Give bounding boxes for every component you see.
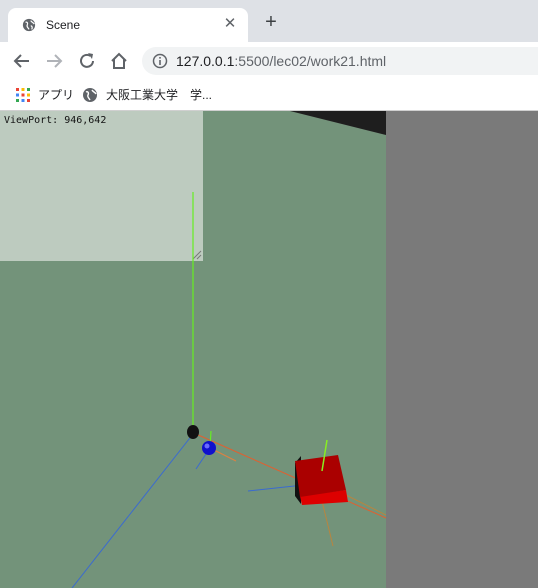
globe-icon	[22, 18, 36, 32]
sphere-highlight	[204, 443, 210, 449]
browser-toolbar: 127.0.0.1:5500/lec02/work21.html	[0, 42, 538, 80]
forward-arrow-icon[interactable]	[44, 51, 64, 71]
viewport-label: ViewPort: 946,642	[4, 115, 107, 126]
bookmark-oit[interactable]: 大阪工業大学	[106, 86, 178, 103]
reload-icon[interactable]	[77, 51, 97, 71]
bookmarks-bar: アプリ 大阪工業大学 学...	[0, 80, 538, 111]
tab-strip: Scene ✕ +	[0, 0, 538, 42]
minimap-overlay	[0, 111, 203, 261]
url-path: :5500/lec02/work21.html	[234, 53, 387, 69]
box-top-face	[295, 455, 346, 497]
url-host: 127.0.0.1	[176, 53, 235, 69]
scene-canvas[interactable]: ViewPort: 946,642	[0, 111, 538, 588]
info-icon[interactable]	[152, 53, 168, 69]
browser-tab[interactable]: Scene ✕	[8, 8, 248, 42]
bookmark-more[interactable]: 学...	[190, 86, 212, 103]
address-bar[interactable]: 127.0.0.1:5500/lec02/work21.html	[142, 47, 538, 75]
bookmark-apps[interactable]: アプリ	[38, 86, 74, 103]
globe-icon	[83, 88, 97, 102]
url-text: 127.0.0.1:5500/lec02/work21.html	[176, 53, 386, 69]
tab-title: Scene	[46, 18, 81, 32]
close-icon[interactable]: ✕	[222, 16, 238, 32]
apps-grid-icon	[16, 88, 30, 102]
home-icon[interactable]	[109, 51, 129, 71]
origin-marker	[187, 425, 199, 439]
back-arrow-icon[interactable]	[12, 51, 32, 71]
blue-sphere	[202, 441, 216, 455]
new-tab-button[interactable]: +	[262, 12, 280, 32]
